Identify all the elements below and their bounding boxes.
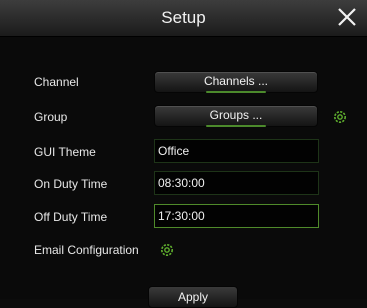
email-configuration-label: Email Configuration	[34, 243, 139, 257]
gui-theme-label: GUI Theme	[34, 145, 96, 159]
gear-icon[interactable]	[160, 243, 174, 257]
off-duty-time-field[interactable]: 17:30:00	[154, 204, 319, 228]
channel-label: Channel	[34, 75, 79, 89]
on-duty-time-label: On Duty Time	[34, 177, 108, 191]
channels-button-label: Channels ...	[203, 74, 269, 88]
apply-button[interactable]: Apply	[148, 286, 238, 308]
gui-theme-field[interactable]: Office	[154, 139, 319, 163]
channels-button[interactable]: Channels ...	[154, 71, 318, 93]
button-highlight	[206, 125, 266, 127]
title-bar: Setup	[0, 0, 367, 37]
setup-dialog: Setup Channel Channels ... Group Groups …	[0, 0, 367, 308]
on-duty-time-field[interactable]: 08:30:00	[154, 171, 319, 195]
button-highlight	[206, 91, 266, 93]
gear-icon[interactable]	[333, 110, 347, 124]
groups-button-label: Groups ...	[209, 108, 263, 122]
off-duty-time-label: Off Duty Time	[34, 210, 108, 224]
group-label: Group	[34, 110, 68, 124]
close-icon[interactable]	[335, 4, 359, 30]
dialog-title: Setup	[161, 8, 206, 27]
groups-button[interactable]: Groups ...	[154, 105, 318, 127]
